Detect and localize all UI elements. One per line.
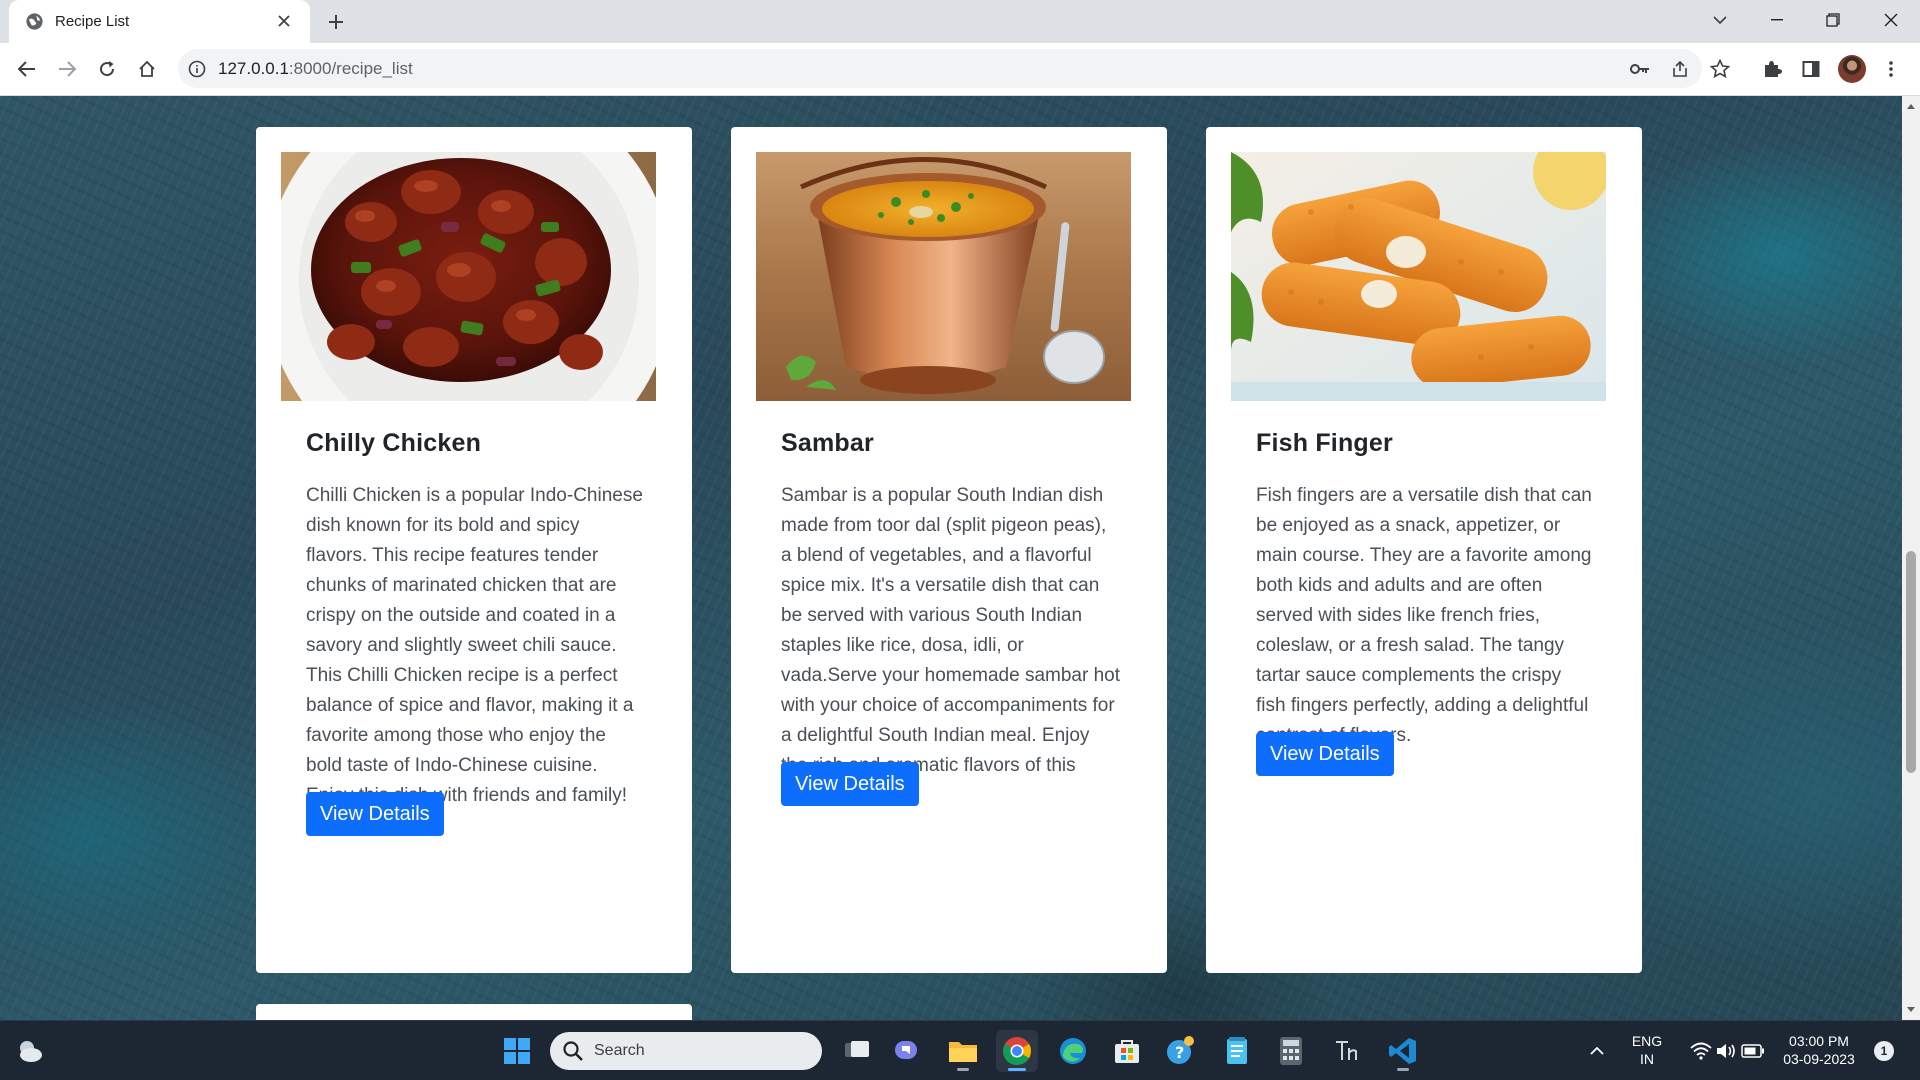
address-bar[interactable]: 127.0.0.1:8000/recipe_list (178, 49, 1730, 88)
svg-text:?: ? (1175, 1043, 1184, 1062)
close-tab-icon[interactable] (272, 9, 296, 33)
chrome-taskbar-icon[interactable] (996, 1030, 1038, 1072)
forward-arrow-icon[interactable] (51, 53, 83, 85)
next-card-edge (256, 1004, 692, 1020)
key-icon[interactable] (1628, 57, 1652, 81)
recipe-description: Chilli Chicken is a popular Indo-Chinese… (306, 485, 643, 806)
side-panel-icon[interactable] (1797, 55, 1825, 83)
help-app-icon[interactable]: ? (1160, 1030, 1202, 1072)
globe-icon (26, 13, 43, 30)
search-label: Search (594, 1042, 645, 1059)
browser-menu-kebab-icon[interactable] (1877, 55, 1905, 83)
back-arrow-icon[interactable] (11, 53, 43, 85)
recipe-title: Chilly Chicken (306, 429, 482, 457)
recipe-title: Sambar (781, 429, 874, 457)
sambar-photo (756, 152, 1131, 401)
site-info-icon[interactable] (186, 58, 208, 80)
tab-title: Recipe List (55, 13, 130, 30)
view-details-button[interactable]: View Details (306, 792, 444, 836)
recipe-card-fish-finger: Fish Finger Fish fingers are a versatile… (1206, 127, 1642, 973)
search-icon (563, 1041, 583, 1061)
reload-icon[interactable] (91, 53, 123, 85)
close-window-button[interactable] (1866, 0, 1916, 40)
scroll-down-arrow-icon[interactable] (1907, 1007, 1915, 1012)
show-hidden-icons-chevron[interactable] (1576, 1030, 1618, 1072)
notepad-icon[interactable] (1216, 1030, 1258, 1072)
battery-icon[interactable] (1732, 1030, 1774, 1072)
recipe-card-sambar: Sambar Sambar is a popular South Indian … (731, 127, 1167, 973)
browser-toolbar: 127.0.0.1:8000/recipe_list (0, 43, 1920, 96)
share-icon[interactable] (1668, 57, 1692, 81)
view-details-button[interactable]: View Details (781, 762, 919, 806)
file-explorer-icon[interactable] (942, 1030, 984, 1072)
input-language-indicator[interactable]: ENG IN (1622, 1032, 1672, 1068)
recipe-title: Fish Finger (1256, 429, 1393, 457)
scroll-up-arrow-icon[interactable] (1907, 104, 1915, 109)
extensions-puzzle-icon[interactable] (1758, 55, 1786, 83)
page-viewport: Chilly Chicken Chilli Chicken is a popul… (0, 96, 1902, 1020)
fonts-app-icon[interactable] (1326, 1030, 1368, 1072)
url-text: 127.0.0.1:8000/recipe_list (218, 59, 413, 78)
bookmark-star-icon[interactable] (1708, 57, 1732, 81)
teams-chat-icon[interactable] (886, 1030, 928, 1072)
clock-time: 03:00 PM (1789, 1033, 1849, 1049)
fish-finger-photo (1231, 152, 1606, 401)
page-scrollbar[interactable] (1902, 96, 1920, 1020)
profile-avatar[interactable] (1838, 55, 1866, 83)
weather-widget-icon[interactable] (8, 1030, 50, 1072)
recipe-description: Fish fingers are a versatile dish that c… (1256, 485, 1592, 746)
browser-tab[interactable]: Recipe List (9, 0, 310, 43)
new-tab-button[interactable] (322, 8, 350, 36)
browser-tab-strip: Recipe List (0, 0, 1920, 43)
scrollbar-thumb[interactable] (1906, 551, 1916, 773)
view-details-button[interactable]: View Details (1256, 732, 1394, 776)
tab-search-chevron-icon[interactable] (1695, 0, 1745, 40)
start-windows-icon[interactable] (496, 1030, 538, 1072)
minimize-button[interactable] (1752, 0, 1802, 40)
microsoft-store-icon[interactable] (1106, 1030, 1148, 1072)
recipe-card-chilly-chicken: Chilly Chicken Chilli Chicken is a popul… (256, 127, 692, 973)
task-view-icon[interactable] (836, 1030, 878, 1072)
windows-taskbar: Search ? ENG IN 03:00 PM 03-09-2023 1 (0, 1020, 1920, 1080)
restore-button[interactable] (1808, 0, 1858, 40)
notification-badge[interactable]: 1 (1874, 1041, 1894, 1061)
chilly-chicken-photo (281, 152, 656, 401)
calculator-icon[interactable] (1270, 1030, 1312, 1072)
vscode-icon[interactable] (1382, 1030, 1424, 1072)
home-icon[interactable] (131, 53, 163, 85)
clock-date: 03-09-2023 (1783, 1051, 1855, 1067)
edge-browser-icon[interactable] (1052, 1030, 1094, 1072)
system-clock[interactable]: 03:00 PM 03-09-2023 (1774, 1032, 1864, 1068)
taskbar-search-box[interactable]: Search (550, 1032, 822, 1070)
